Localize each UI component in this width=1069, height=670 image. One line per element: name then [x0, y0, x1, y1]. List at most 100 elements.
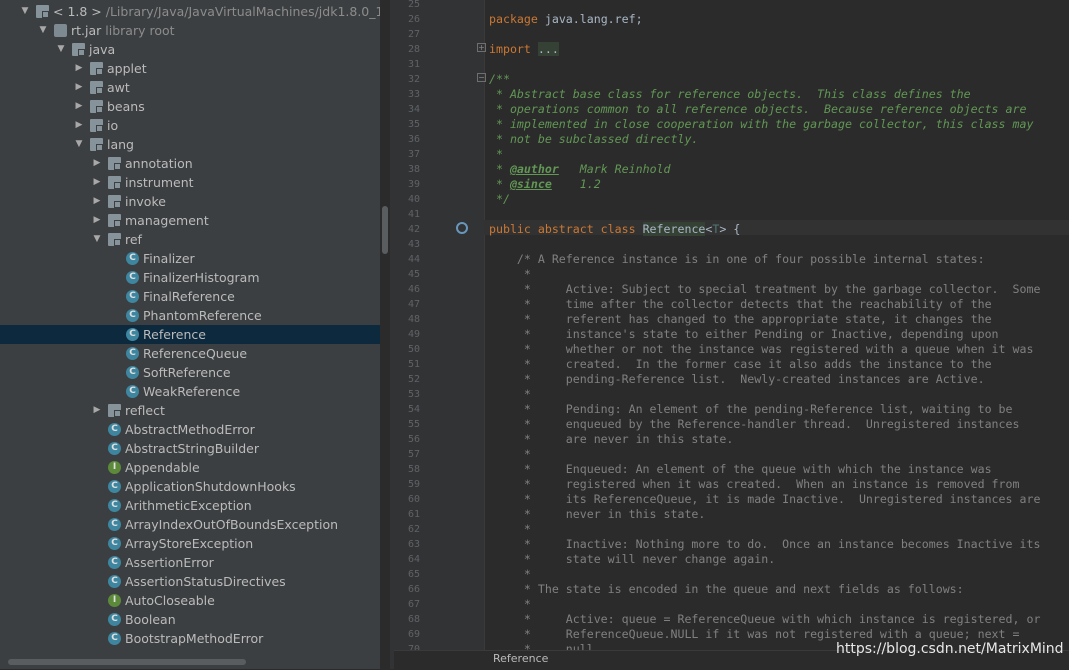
code-line[interactable]: * Active: queue = ReferenceQueue with wh… [489, 612, 1041, 627]
tree-item-java[interactable]: ▼ java [0, 40, 380, 59]
tree-item-phantomreference[interactable]: C PhantomReference [0, 306, 380, 325]
tree-item-management[interactable]: ▶ management [0, 211, 380, 230]
code-line[interactable]: * time after the collector detects that … [489, 297, 992, 312]
tree-vertical-scrollbar[interactable] [382, 206, 388, 254]
code-line[interactable]: * Enqueued: An element of the queue with… [489, 462, 992, 477]
code-line[interactable]: * never in this state. [489, 507, 706, 522]
code-line[interactable]: * Pending: An element of the pending-Ref… [489, 402, 1013, 417]
tree-item-autocloseable[interactable]: I AutoCloseable [0, 591, 380, 610]
tree-item-invoke[interactable]: ▶ invoke [0, 192, 380, 211]
expanded-arrow-icon[interactable]: ▼ [74, 135, 84, 154]
fold-import-icon[interactable]: + [477, 43, 486, 52]
code-line[interactable]: package java.lang.ref; [489, 12, 643, 27]
code-line[interactable]: * whether or not the instance was regist… [489, 342, 1034, 357]
tree-item-finalreference[interactable]: C FinalReference [0, 287, 380, 306]
code-line[interactable]: * operations common to all reference obj… [489, 102, 1027, 117]
code-line[interactable]: * [489, 567, 531, 582]
tree-item-rt-jar[interactable]: ▼ rt.jar library root [0, 21, 380, 40]
tree-item-referencequeue[interactable]: C ReferenceQueue [0, 344, 380, 363]
line-number: 26 [407, 14, 420, 25]
collapsed-arrow-icon[interactable]: ▶ [92, 401, 102, 420]
line-number: 37 [407, 149, 420, 160]
tree-item-abstractstringbuilder[interactable]: C AbstractStringBuilder [0, 439, 380, 458]
expanded-arrow-icon[interactable]: ▼ [56, 40, 66, 59]
tree-item-assertionerror[interactable]: C AssertionError [0, 553, 380, 572]
tree-item-assertionstatusdirectives[interactable]: C AssertionStatusDirectives [0, 572, 380, 591]
tree-item-beans[interactable]: ▶ beans [0, 97, 380, 116]
line-number: 52 [407, 374, 420, 385]
code-line[interactable]: * [489, 522, 531, 537]
breadcrumb-reference[interactable]: Reference [493, 652, 548, 665]
tree-item-softreference[interactable]: C SoftReference [0, 363, 380, 382]
tree-item-annotation[interactable]: ▶ annotation [0, 154, 380, 173]
code-line[interactable]: * registered when it was created. When a… [489, 477, 1020, 492]
code-line[interactable]: * Abstract base class for reference obje… [489, 87, 971, 102]
tree-item--1-8-[interactable]: ▼ < 1.8 > /Library/Java/JavaVirtualMachin… [0, 2, 380, 21]
code-line[interactable]: * [489, 447, 531, 462]
tree-item-instrument[interactable]: ▶ instrument [0, 173, 380, 192]
code-line[interactable]: import ... [489, 42, 559, 57]
collapsed-arrow-icon[interactable]: ▶ [92, 192, 102, 211]
expanded-arrow-icon[interactable]: ▼ [92, 230, 102, 249]
code-line[interactable]: * [489, 147, 503, 162]
code-line[interactable]: * The state is encoded in the queue and … [489, 582, 964, 597]
code-line[interactable]: * referent has changed to the appropriat… [489, 312, 992, 327]
code-line[interactable]: /* A Reference instance is in one of fou… [489, 252, 985, 267]
tree-item-appendable[interactable]: I Appendable [0, 458, 380, 477]
collapsed-arrow-icon[interactable]: ▶ [74, 59, 84, 78]
collapsed-arrow-icon[interactable]: ▶ [92, 154, 102, 173]
code-line[interactable]: * pending-Reference list. Newly-created … [489, 372, 985, 387]
code-line[interactable]: * enqueued by the Reference-handler thre… [489, 417, 1020, 432]
collapsed-arrow-icon[interactable]: ▶ [92, 173, 102, 192]
class-icon: C [108, 632, 121, 645]
tree-item-arraystoreexception[interactable]: C ArrayStoreException [0, 534, 380, 553]
tree-item-boolean[interactable]: C Boolean [0, 610, 380, 629]
code-line[interactable]: * instance's state to either Pending or … [489, 327, 999, 342]
tree-item-label: invoke [125, 194, 166, 209]
tree-item-io[interactable]: ▶ io [0, 116, 380, 135]
code-line[interactable]: * created. In the former case it also ad… [489, 357, 992, 372]
tree-item-ref[interactable]: ▼ ref [0, 230, 380, 249]
code-line[interactable]: * [489, 267, 531, 282]
tree-item-applet[interactable]: ▶ applet [0, 59, 380, 78]
code-line[interactable]: * its ReferenceQueue, it is made Inactiv… [489, 492, 1041, 507]
interface-icon: I [108, 594, 121, 607]
tree-item-lang[interactable]: ▼ lang [0, 135, 380, 154]
line-number: 54 [407, 404, 420, 415]
tree-item-arrayindexoutofboundsexception[interactable]: C ArrayIndexOutOfBoundsException [0, 515, 380, 534]
code-line[interactable]: * implemented in close cooperation with … [489, 117, 1033, 132]
tree-item-applicationshutdownhooks[interactable]: C ApplicationShutdownHooks [0, 477, 380, 496]
code-line[interactable]: * [489, 597, 531, 612]
tree-item-weakreference[interactable]: C WeakReference [0, 382, 380, 401]
code-line[interactable]: public abstract class Reference<T> { [489, 222, 740, 237]
code-line[interactable]: * are never in this state. [489, 432, 733, 447]
tree-horizontal-scrollbar[interactable] [8, 659, 246, 665]
code-line[interactable]: * @author Mark Reinhold [489, 162, 671, 177]
implemented-overrides-icon[interactable] [456, 222, 468, 234]
tree-item-finalizerhistogram[interactable]: C FinalizerHistogram [0, 268, 380, 287]
code-line[interactable]: * @since 1.2 [489, 177, 601, 192]
expanded-arrow-icon[interactable]: ▼ [20, 2, 30, 21]
code-line[interactable]: /** [489, 72, 510, 87]
expanded-arrow-icon[interactable]: ▼ [38, 21, 48, 40]
tree-item-bootstrapmethoderror[interactable]: C BootstrapMethodError [0, 629, 380, 648]
tree-item-label: FinalReference [143, 289, 235, 304]
code-line[interactable]: */ [489, 192, 510, 207]
collapsed-arrow-icon[interactable]: ▶ [92, 211, 102, 230]
tree-item-arithmeticexception[interactable]: C ArithmeticException [0, 496, 380, 515]
code-line[interactable]: * ReferenceQueue.NULL if it was not regi… [489, 627, 1020, 642]
tree-item-reference[interactable]: C Reference [0, 325, 380, 344]
fold-doc-icon[interactable]: − [477, 73, 486, 82]
collapsed-arrow-icon[interactable]: ▶ [74, 97, 84, 116]
code-line[interactable]: * Active: Subject to special treatment b… [489, 282, 1041, 297]
tree-item-finalizer[interactable]: C Finalizer [0, 249, 380, 268]
code-line[interactable]: * Inactive: Nothing more to do. Once an … [489, 537, 1041, 552]
collapsed-arrow-icon[interactable]: ▶ [74, 78, 84, 97]
code-line[interactable]: * [489, 387, 531, 402]
collapsed-arrow-icon[interactable]: ▶ [74, 116, 84, 135]
tree-item-reflect[interactable]: ▶ reflect [0, 401, 380, 420]
code-line[interactable]: * state will never change again. [489, 552, 775, 567]
tree-item-awt[interactable]: ▶ awt [0, 78, 380, 97]
code-line[interactable]: * not be subclassed directly. [489, 132, 698, 147]
tree-item-abstractmethoderror[interactable]: C AbstractMethodError [0, 420, 380, 439]
